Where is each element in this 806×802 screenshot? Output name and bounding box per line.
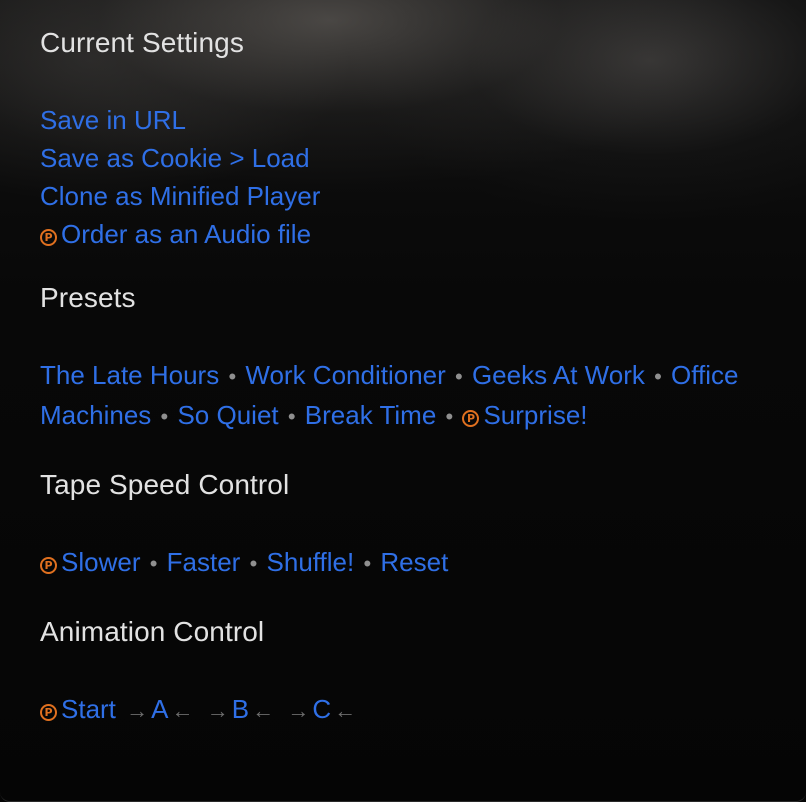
order-audio-line: P Order as an Audio file xyxy=(40,215,780,253)
arrow-right-icon: → xyxy=(287,698,310,723)
animation-section: Animation Control P Start → A ← → B ← → C ← xyxy=(40,613,780,730)
arrow-left-icon: ← xyxy=(252,698,275,723)
arrow-left-icon: ← xyxy=(171,698,194,723)
presets-list: The Late Hours • Work Conditioner • Geek… xyxy=(40,356,770,436)
separator-dot: • xyxy=(287,404,296,429)
arrow-left-icon: ← xyxy=(334,698,357,723)
load-link[interactable]: Load xyxy=(252,143,310,173)
current-settings-heading: Current Settings xyxy=(40,27,244,58)
current-settings-section: Current Settings Save in URL Save as Coo… xyxy=(40,24,780,253)
preset-so-quiet-link[interactable]: So Quiet xyxy=(177,400,278,430)
separator-dot: • xyxy=(249,551,258,576)
shuffle-link[interactable]: Shuffle! xyxy=(267,547,355,577)
separator-dot: • xyxy=(149,551,158,576)
separator-dot: • xyxy=(363,551,372,576)
settings-content: Current Settings Save in URL Save as Coo… xyxy=(40,24,780,730)
preset-break-time-link[interactable]: Break Time xyxy=(305,400,437,430)
current-settings-links: Save in URL Save as Cookie > Load Clone … xyxy=(40,101,780,253)
tape-speed-heading: Tape Speed Control xyxy=(40,469,290,500)
preset-surprise-link[interactable]: Surprise! xyxy=(483,400,587,430)
start-link[interactable]: Start xyxy=(61,694,116,724)
cookie-separator: > xyxy=(222,143,252,173)
premium-icon: P xyxy=(40,704,57,721)
animation-heading: Animation Control xyxy=(40,616,265,647)
separator-dot: • xyxy=(455,364,463,389)
tape-speed-controls: P Slower • Faster • Shuffle! • Reset xyxy=(40,543,770,583)
separator-dot: • xyxy=(654,364,662,389)
preset-late-hours-link[interactable]: The Late Hours xyxy=(40,360,219,390)
arrow-right-icon: → xyxy=(126,698,149,723)
settings-panel: Current Settings Save in URL Save as Coo… xyxy=(0,0,806,802)
separator-dot: • xyxy=(445,404,454,429)
slower-link[interactable]: Slower xyxy=(61,547,140,577)
animation-controls: P Start → A ← → B ← → C ← xyxy=(40,690,770,730)
animation-c-link[interactable]: C xyxy=(312,694,331,724)
clone-minified-player-link[interactable]: Clone as Minified Player xyxy=(40,181,320,211)
animation-a-link[interactable]: A xyxy=(151,694,168,724)
animation-b-link[interactable]: B xyxy=(232,694,249,724)
save-cookie-line: Save as Cookie > Load xyxy=(40,139,780,177)
presets-section: Presets The Late Hours • Work Conditione… xyxy=(40,279,780,436)
presets-heading: Presets xyxy=(40,282,136,313)
preset-work-conditioner-link[interactable]: Work Conditioner xyxy=(245,360,445,390)
separator-dot: • xyxy=(160,404,169,429)
premium-icon: P xyxy=(40,557,57,574)
tape-speed-section: Tape Speed Control P Slower • Faster • Sh… xyxy=(40,466,780,583)
separator-dot: • xyxy=(228,364,237,389)
reset-link[interactable]: Reset xyxy=(380,547,448,577)
save-url-line: Save in URL xyxy=(40,101,780,139)
arrow-right-icon: → xyxy=(206,698,229,723)
clone-minified-line: Clone as Minified Player xyxy=(40,177,780,215)
faster-link[interactable]: Faster xyxy=(167,547,241,577)
save-as-cookie-link[interactable]: Save as Cookie xyxy=(40,143,222,173)
save-in-url-link[interactable]: Save in URL xyxy=(40,105,186,135)
preset-geeks-at-work-link[interactable]: Geeks At Work xyxy=(472,360,645,390)
order-audio-file-link[interactable]: Order as an Audio file xyxy=(61,219,311,249)
premium-icon: P xyxy=(462,410,480,427)
premium-icon: P xyxy=(40,229,57,246)
cookie-separator-text: > xyxy=(229,143,245,173)
